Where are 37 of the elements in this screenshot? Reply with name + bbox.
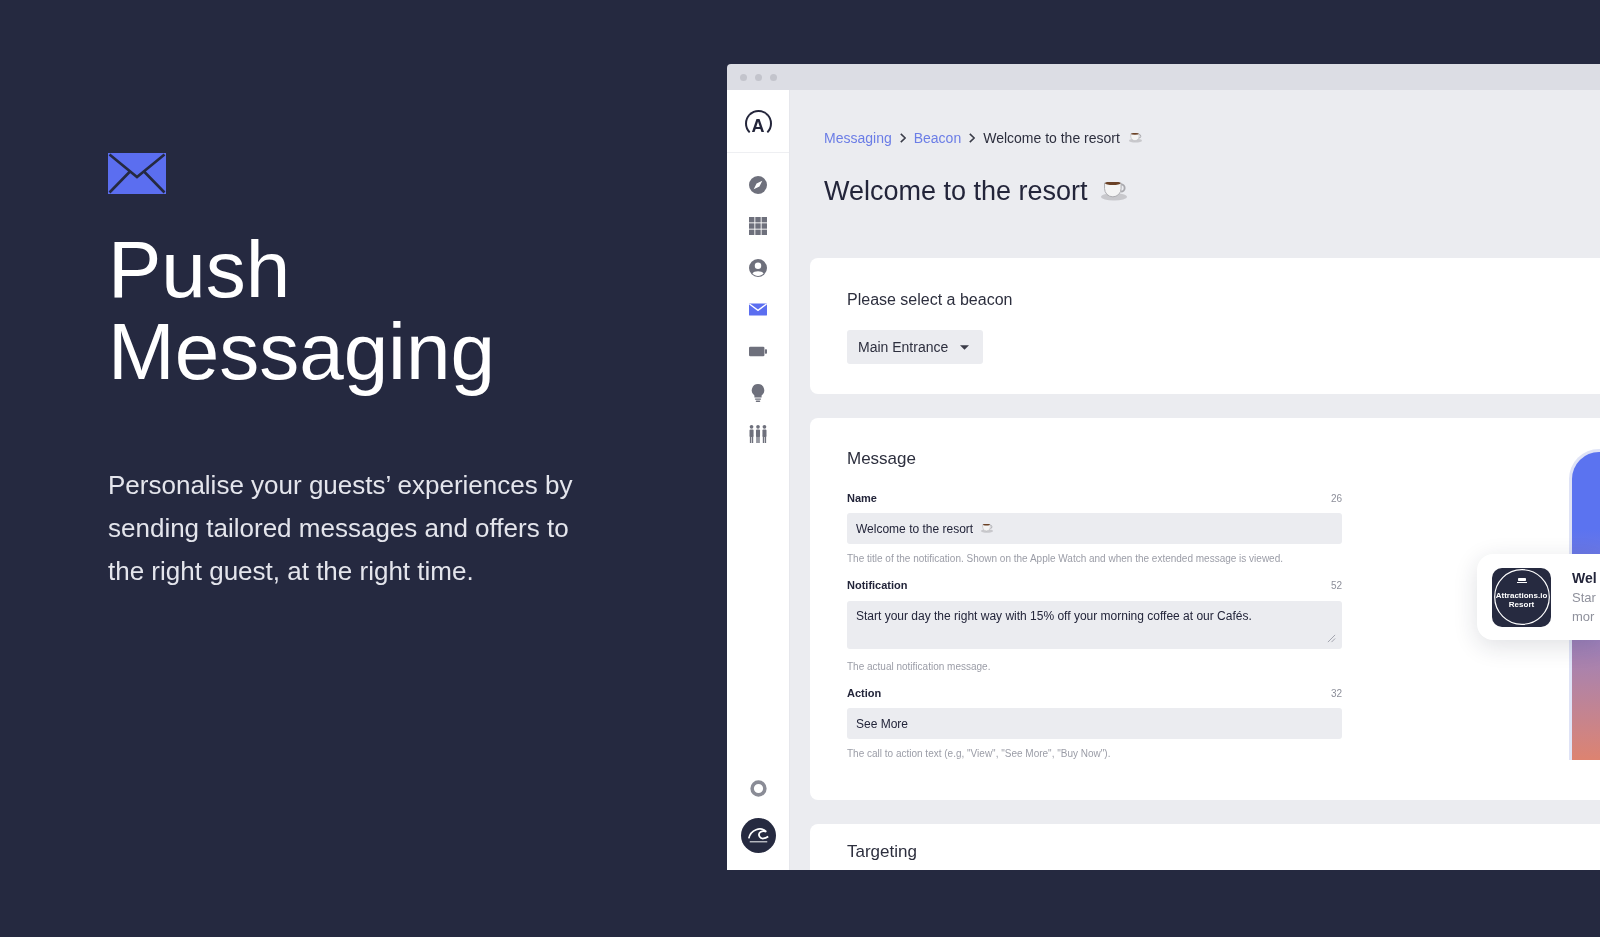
envelope-icon[interactable] [749,303,767,317]
app-logo-text: Attractions.io Resort [1494,591,1549,609]
resize-handle-icon[interactable] [1327,634,1336,643]
chevron-right-icon [899,133,906,143]
chevron-right-icon [969,133,976,143]
input-field[interactable]: Welcome to the resort [847,513,1342,544]
field-hint: The title of the notification. Shown on the Apple Watch and when the extended message is viewed. [847,552,1284,566]
beacon-select-label: Please select a beacon [847,290,1014,310]
compass-icon[interactable] [749,175,767,194]
notification-text: Star [1572,589,1597,607]
field-label: Notification [847,577,908,593]
user-icon[interactable] [749,259,767,277]
wave-logo-icon[interactable] [740,817,776,853]
grid-icon[interactable] [749,217,767,236]
notification-title: Wel [1572,569,1597,588]
field-label: Action [847,685,882,701]
lightbulb-icon[interactable] [749,383,767,402]
field-label: Name [847,490,877,506]
section-heading: Message [847,448,917,470]
character-count: 26 [1330,491,1342,506]
textarea-field[interactable]: Start your day the right way with 15% off your morning coffee at our Cafés. [847,601,1342,649]
field-hint: The actual notification message. [847,660,992,674]
ring-icon[interactable] [749,779,767,797]
breadcrumb-current: Welcome to the resort [983,128,1120,148]
caret-icon [960,344,970,350]
input-field[interactable]: See More [847,708,1342,739]
hero-description: Personalise your guests’ experiences by sending tailored messages and offers to the right guest, at the right time. [108,469,574,588]
notification-text: mor [1572,608,1596,626]
page-title: Welcome to the resort [824,174,1088,208]
section-heading: Targeting [847,841,918,863]
character-count: 52 [1330,578,1342,593]
character-count: 32 [1330,686,1342,701]
beacon-dropdown[interactable]: Main Entrance [847,330,984,364]
envelope-icon [108,153,166,194]
field-hint: The call to action text (e.g, "View", "See More", "Buy Now"). [847,747,1112,761]
people-icon[interactable] [749,425,767,444]
battery-icon[interactable] [749,344,767,358]
